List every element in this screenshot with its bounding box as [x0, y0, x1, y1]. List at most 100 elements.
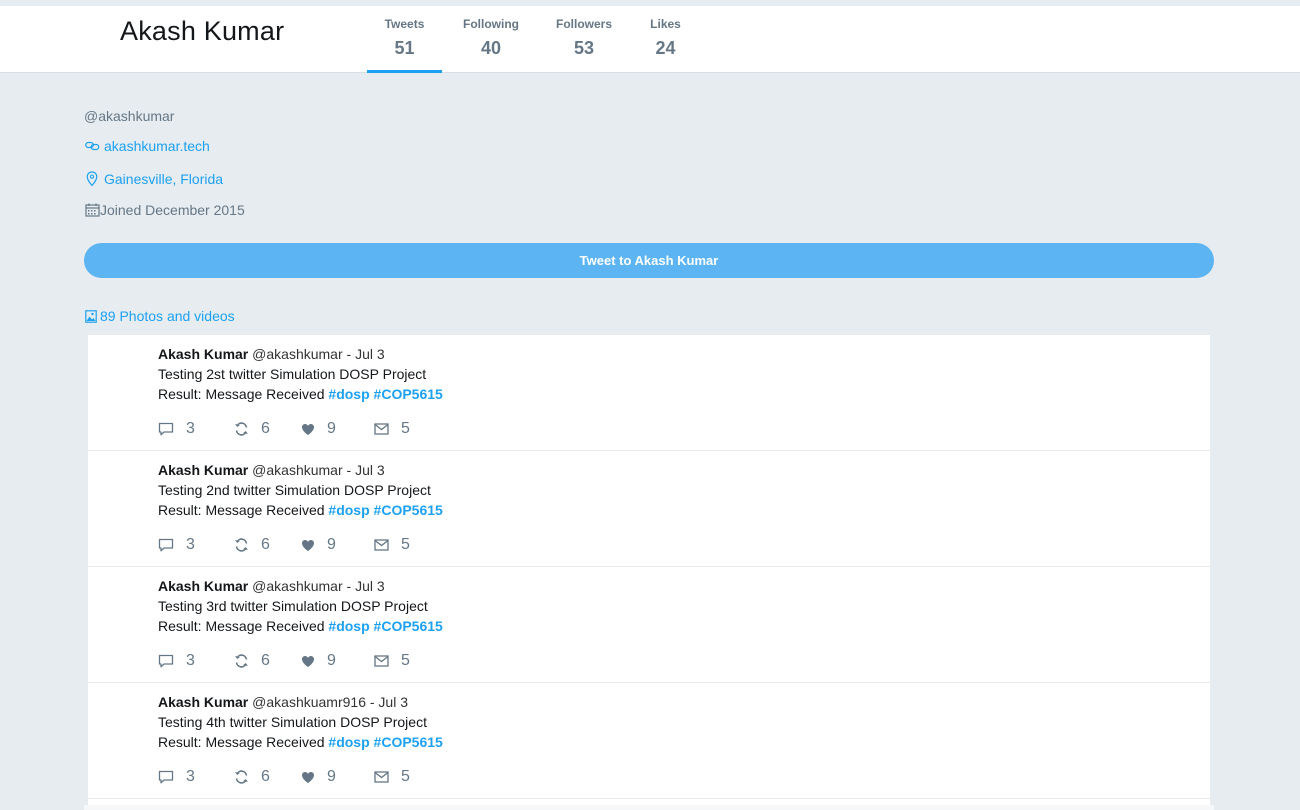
tweet-meta: @akashkumar - Jul 3: [252, 462, 385, 478]
tweet-author[interactable]: Akash Kumar: [158, 578, 248, 594]
retweet-button[interactable]: 6: [234, 420, 301, 438]
like-button[interactable]: 9: [301, 420, 374, 438]
stat-likes-label: Likes: [650, 17, 681, 31]
stat-followers-value: 53: [573, 38, 595, 58]
like-button[interactable]: 9: [301, 768, 374, 786]
like-count: 9: [327, 420, 336, 437]
hashtag-dosp[interactable]: #dosp: [328, 502, 369, 518]
tweet-result-text: Result: Message Received: [158, 734, 325, 750]
message-button[interactable]: 5: [374, 768, 434, 786]
like-count: 9: [327, 768, 336, 785]
tweet-item[interactable]: Akash Kumar @akashkuamr916 - Jul 3 Testi…: [88, 683, 1210, 799]
heart-icon: [301, 771, 315, 784]
tweet-result-text: Result: Message Received: [158, 386, 325, 402]
retweet-count: 6: [261, 768, 270, 785]
photos-videos-link[interactable]: 89 Photos and videos: [84, 308, 235, 324]
tweet-text-line2: Result: Message Received #dosp #COP5615: [158, 386, 443, 402]
reply-icon: [158, 654, 174, 668]
profile-joined: Joined December 2015: [84, 202, 245, 218]
tweet-author[interactable]: Akash Kumar: [158, 346, 248, 362]
retweet-count: 6: [261, 536, 270, 553]
tweet-author[interactable]: Akash Kumar: [158, 694, 248, 710]
tweet-item[interactable]: Akash Kumar @akashkumar - Jul 3 Testing …: [88, 335, 1210, 451]
retweet-count: 6: [261, 420, 270, 437]
calendar-icon: [84, 202, 100, 218]
tweet-meta: @akashkumar - Jul 3: [252, 346, 385, 362]
like-button[interactable]: 9: [301, 536, 374, 554]
tweet-result-text: Result: Message Received: [158, 618, 325, 634]
tweet-meta: @akashkuamr916 - Jul 3: [252, 694, 408, 710]
hashtag-dosp[interactable]: #dosp: [328, 734, 369, 750]
message-count: 5: [401, 420, 410, 437]
tweet-item[interactable]: Akash Kumar @akashkumar - Jul 3 Testing …: [88, 451, 1210, 567]
message-button[interactable]: 5: [374, 420, 434, 438]
reply-count: 3: [186, 652, 195, 669]
profile-joined-text: Joined December 2015: [100, 202, 245, 218]
envelope-icon: [374, 771, 389, 783]
reply-count: 3: [186, 768, 195, 785]
stat-tweets-value: 51: [394, 38, 415, 58]
hashtag-dosp[interactable]: #dosp: [328, 386, 369, 402]
profile-location[interactable]: Gainesville, Florida: [84, 171, 223, 187]
hashtag-dosp[interactable]: #dosp: [328, 618, 369, 634]
tweet-timeline: Akash Kumar @akashkumar - Jul 3 Testing …: [88, 335, 1210, 805]
tweet-actions: 3 6 9 5: [158, 536, 434, 554]
message-count: 5: [401, 536, 410, 553]
tweet-result-text: Result: Message Received: [158, 502, 325, 518]
retweet-icon: [234, 654, 249, 668]
stat-tweets-label: Tweets: [384, 17, 425, 31]
reply-button[interactable]: 3: [158, 768, 234, 786]
stat-likes[interactable]: Likes 24: [628, 6, 703, 73]
retweet-icon: [234, 770, 249, 784]
envelope-icon: [374, 423, 389, 435]
reply-icon: [158, 538, 174, 552]
profile-handle: @akashkumar: [84, 108, 175, 124]
profile-location-text: Gainesville, Florida: [104, 171, 224, 187]
hashtag-cop5615[interactable]: #COP5615: [374, 618, 443, 634]
like-button[interactable]: 9: [301, 652, 374, 670]
tweet-header: Akash Kumar @akashkuamr916 - Jul 3: [158, 694, 408, 710]
heart-icon: [301, 423, 315, 436]
tweet-text-line2: Result: Message Received #dosp #COP5615: [158, 734, 443, 750]
tweet-actions: 3 6 9 5: [158, 768, 434, 786]
stat-likes-value: 24: [655, 38, 676, 58]
reply-button[interactable]: 3: [158, 536, 234, 554]
profile-website-link[interactable]: akashkumar.tech: [84, 138, 210, 154]
hashtag-cop5615[interactable]: #COP5615: [374, 502, 443, 518]
tweet-actions: 3 6 9 5: [158, 420, 434, 438]
message-count: 5: [401, 768, 410, 785]
stat-followers[interactable]: Followers 53: [540, 6, 628, 73]
profile-header: Akash Kumar Tweets 51 Following 40 Follo…: [0, 6, 1300, 73]
tweet-meta: @akashkumar - Jul 3: [252, 578, 385, 594]
profile-name: Akash Kumar: [120, 16, 285, 46]
retweet-icon: [234, 422, 249, 436]
retweet-button[interactable]: 6: [234, 768, 301, 786]
tweet-item[interactable]: Akash Kumar @akashkumar - Jul 3 Testing …: [88, 567, 1210, 683]
tweet-header: Akash Kumar @akashkumar - Jul 3: [158, 346, 385, 362]
reply-icon: [158, 422, 174, 436]
retweet-button[interactable]: 6: [234, 536, 301, 554]
retweet-icon: [234, 538, 249, 552]
tweet-text-line1: Testing 4th twitter Simulation DOSP Proj…: [158, 714, 427, 730]
image-icon: [84, 308, 97, 324]
hashtag-cop5615[interactable]: #COP5615: [374, 386, 443, 402]
message-button[interactable]: 5: [374, 536, 434, 554]
retweet-button[interactable]: 6: [234, 652, 301, 670]
message-button[interactable]: 5: [374, 652, 434, 670]
stat-following[interactable]: Following 40: [442, 6, 540, 73]
stat-tweets[interactable]: Tweets 51: [367, 6, 442, 73]
tweet-author[interactable]: Akash Kumar: [158, 462, 248, 478]
envelope-icon: [374, 655, 389, 667]
tweet-actions: 3 6 9 5: [158, 652, 434, 670]
reply-count: 3: [186, 536, 195, 553]
timeline-bottom-edge: [84, 805, 1214, 810]
tweet-text-line1: Testing 2nd twitter Simulation DOSP Proj…: [158, 482, 431, 498]
stat-followers-label: Followers: [555, 17, 612, 31]
stat-following-label: Following: [463, 17, 519, 31]
tweet-text-line1: Testing 3rd twitter Simulation DOSP Proj…: [158, 598, 428, 614]
reply-button[interactable]: 3: [158, 420, 234, 438]
tweet-to-button[interactable]: Tweet to Akash Kumar: [84, 243, 1214, 278]
hashtag-cop5615[interactable]: #COP5615: [374, 734, 443, 750]
link-icon: [84, 138, 100, 154]
reply-button[interactable]: 3: [158, 652, 234, 670]
